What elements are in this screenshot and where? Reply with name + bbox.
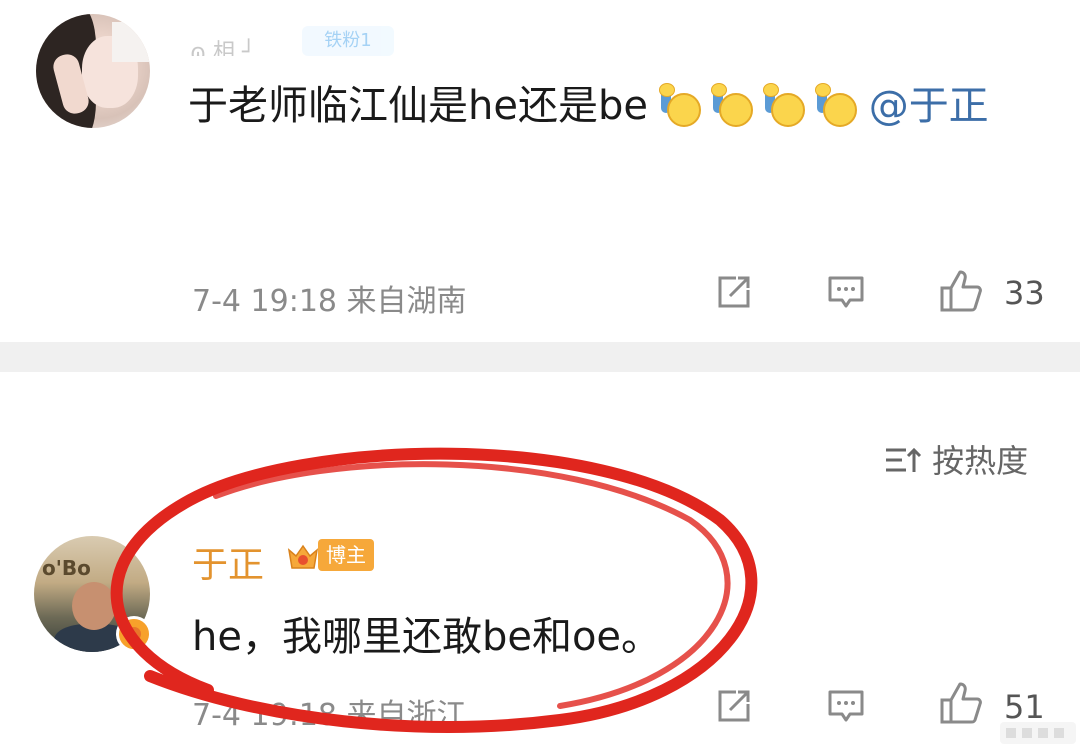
timestamp: 7-4 19:18 (192, 698, 337, 733)
section-divider (0, 342, 1080, 372)
raise-hand-emoji (658, 83, 703, 127)
timestamp: 7-4 19:18 (192, 284, 337, 319)
comment-body: 于老师临江仙是he还是be (188, 83, 648, 129)
username[interactable]: 于正 (192, 536, 264, 588)
comment-meta: 7-4 19:18 来自湖南 (192, 276, 467, 320)
comment-icon[interactable] (826, 272, 866, 312)
like-count: 33 (1004, 274, 1045, 312)
comment-meta: 7-4 19:18 来自浙江 (192, 690, 467, 734)
blur-mask (210, 0, 380, 18)
share-icon[interactable] (714, 686, 754, 726)
comment-text: 于老师临江仙是he还是be @于正 (188, 83, 1018, 129)
blogger-badge: 博主 (318, 539, 374, 571)
username[interactable]: ɷ 相 ┘ (190, 34, 300, 56)
location: 来自湖南 (346, 284, 467, 319)
like-icon[interactable] (938, 268, 984, 314)
raise-hand-emoji (814, 83, 859, 127)
share-icon[interactable] (714, 272, 754, 312)
sort-icon (886, 447, 922, 472)
like-icon[interactable] (938, 680, 984, 726)
sort-toggle[interactable]: 按热度 (884, 436, 1028, 482)
sort-label: 按热度 (932, 442, 1029, 480)
location: 来自浙江 (346, 698, 467, 733)
comment-icon[interactable] (826, 686, 866, 726)
raise-hand-emoji (762, 83, 807, 127)
comment-body: he，我哪里还敢be和oe。 (192, 614, 662, 660)
mention-link[interactable]: @于正 (869, 83, 989, 129)
verified-badge-icon (116, 616, 152, 652)
avatar[interactable] (36, 14, 150, 128)
crown-icon (287, 544, 319, 569)
watermark-icon (1000, 722, 1076, 744)
fan-badge: 铁粉1 (302, 26, 394, 56)
raise-hand-emoji (710, 83, 755, 127)
